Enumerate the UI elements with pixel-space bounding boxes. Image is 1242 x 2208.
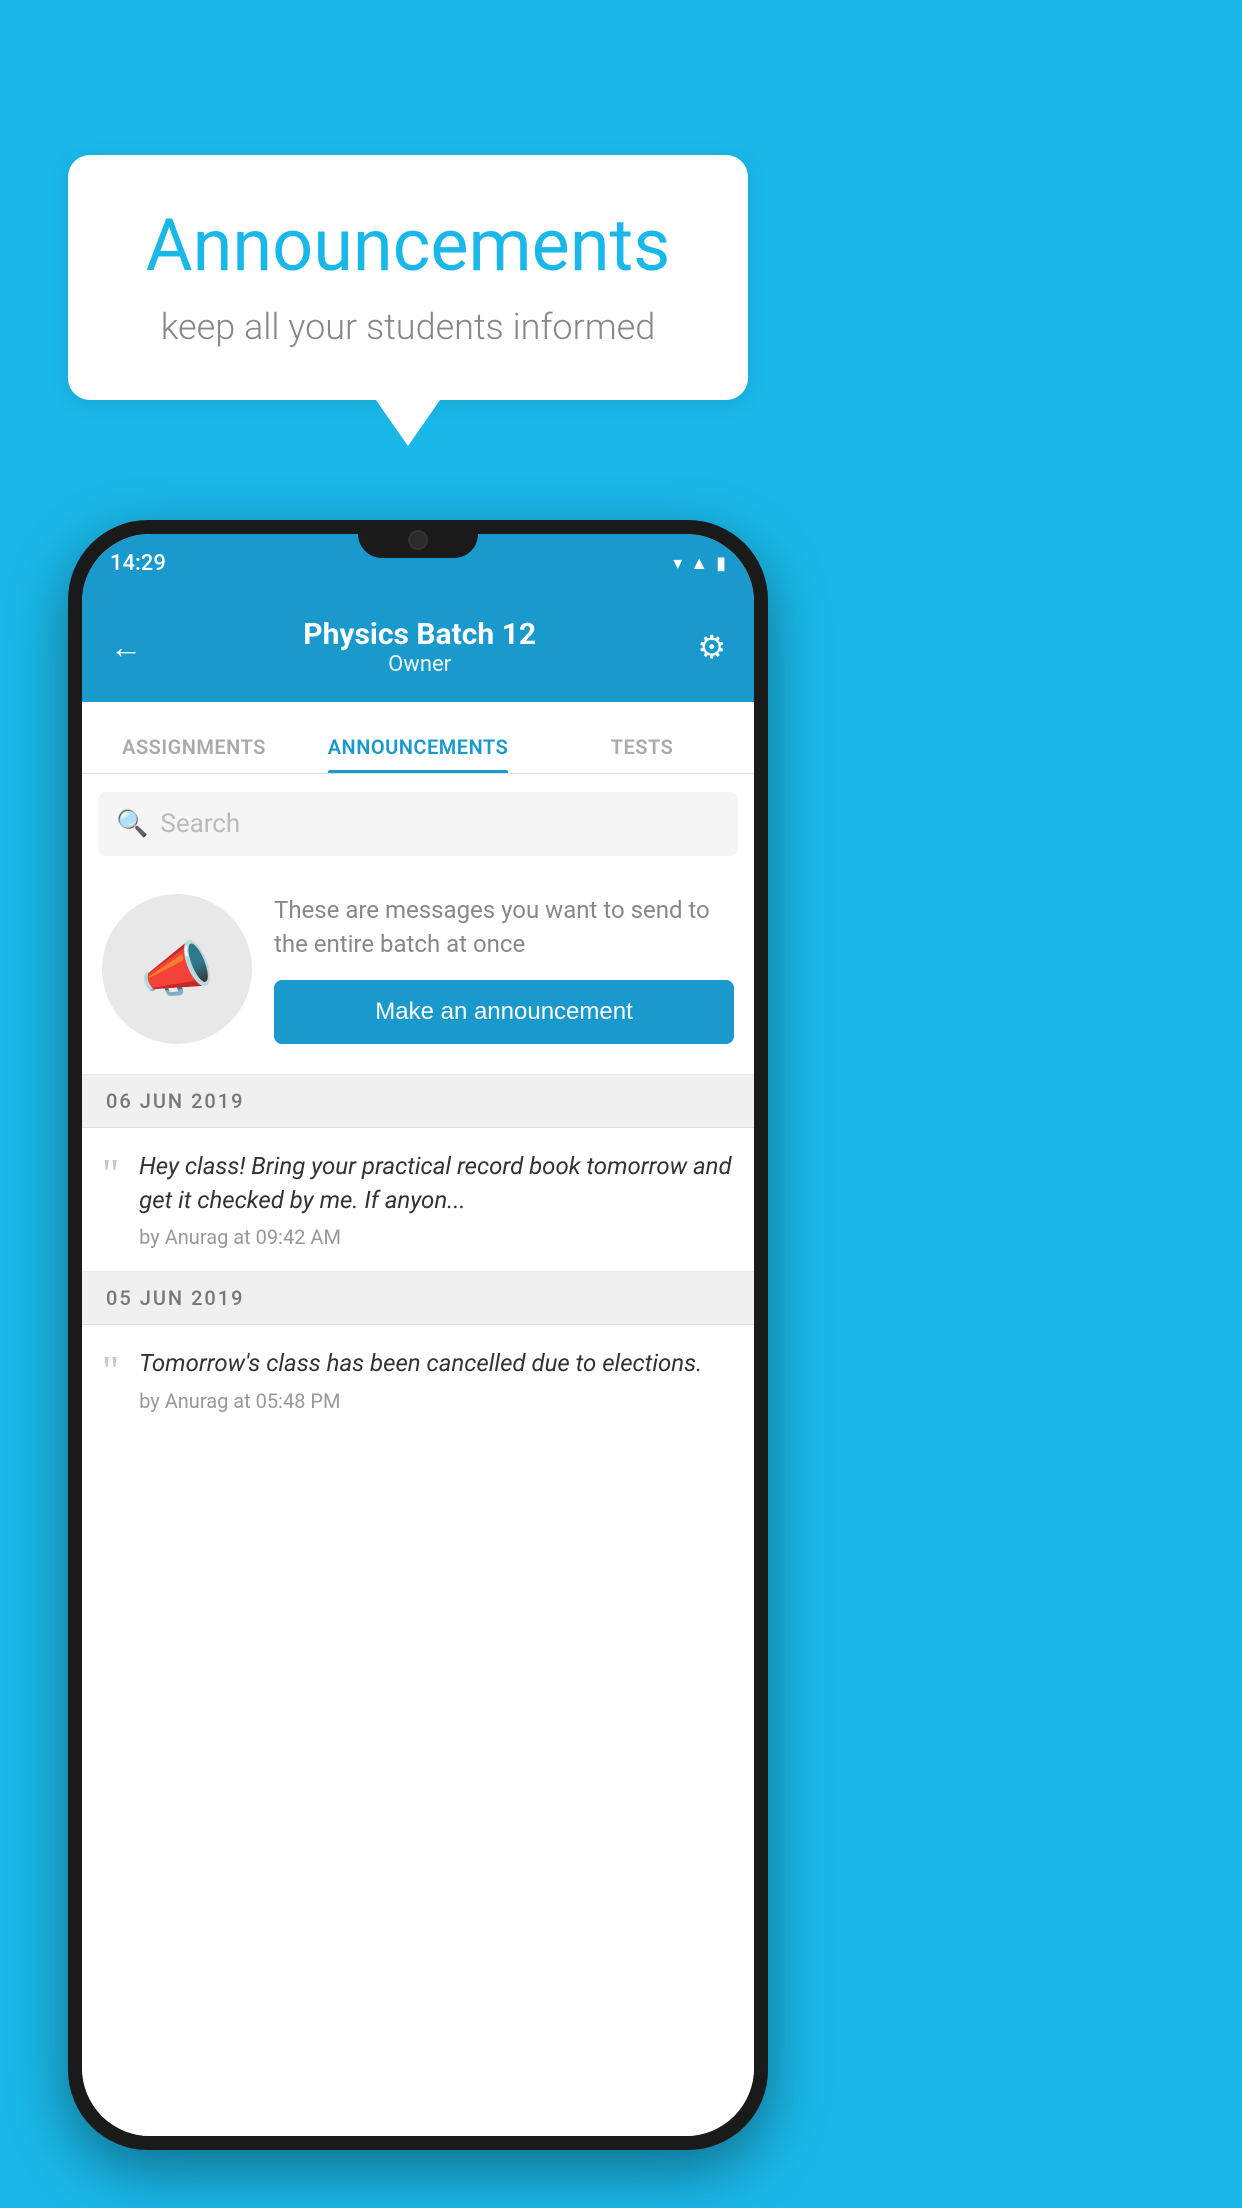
- announcement-item-2[interactable]: " Tomorrow's class has been cancelled du…: [82, 1325, 754, 1435]
- app-header: ← Physics Batch 12 Owner ⚙: [82, 592, 754, 702]
- quote-icon-2: ": [102, 1351, 119, 1393]
- bubble-subtitle: keep all your students informed: [128, 306, 688, 348]
- megaphone-circle: 📣: [102, 894, 252, 1044]
- promo-description: These are messages you want to send to t…: [274, 894, 734, 961]
- signal-icon: ▲: [690, 553, 708, 574]
- tab-announcements[interactable]: ANNOUNCEMENTS: [306, 735, 530, 773]
- announcement-item-1[interactable]: " Hey class! Bring your practical record…: [82, 1128, 754, 1272]
- promo-box: 📣 These are messages you want to send to…: [82, 874, 754, 1075]
- batch-title: Physics Batch 12: [303, 617, 536, 652]
- wifi-icon: ▾: [673, 553, 682, 574]
- announcement-meta-1: by Anurag at 09:42 AM: [139, 1225, 734, 1249]
- date-separator-1: 06 JUN 2019: [82, 1075, 754, 1128]
- phone-outer: 14:29 ▾ ▲ ▮ ← Physics Batch 12 Owner ⚙: [68, 520, 768, 2150]
- content-area: 🔍 Search 📣 These are messages you want t…: [82, 774, 754, 2136]
- header-role: Owner: [303, 652, 536, 677]
- phone-screen: 14:29 ▾ ▲ ▮ ← Physics Batch 12 Owner ⚙: [82, 534, 754, 2136]
- date-separator-2: 05 JUN 2019: [82, 1272, 754, 1325]
- make-announcement-button[interactable]: Make an announcement: [274, 980, 734, 1044]
- header-center: Physics Batch 12 Owner: [303, 617, 536, 677]
- quote-icon-1: ": [102, 1154, 119, 1196]
- tab-tests[interactable]: TESTS: [530, 735, 754, 773]
- announcement-content-1: Hey class! Bring your practical record b…: [139, 1150, 734, 1249]
- phone-notch: [358, 520, 478, 558]
- battery-icon: ▮: [716, 553, 726, 574]
- back-button[interactable]: ←: [110, 628, 142, 666]
- bubble-title: Announcements: [128, 203, 688, 288]
- settings-icon[interactable]: ⚙: [697, 628, 726, 666]
- search-icon: 🔍: [116, 809, 148, 839]
- announcement-text-1: Hey class! Bring your practical record b…: [139, 1150, 734, 1217]
- speech-bubble: Announcements keep all your students inf…: [68, 155, 748, 400]
- speech-bubble-tail: [376, 400, 440, 446]
- tabs-bar: ASSIGNMENTS ANNOUNCEMENTS TESTS: [82, 702, 754, 774]
- tab-assignments[interactable]: ASSIGNMENTS: [82, 735, 306, 773]
- search-bar[interactable]: 🔍 Search: [98, 792, 738, 856]
- announcement-content-2: Tomorrow's class has been cancelled due …: [139, 1347, 734, 1413]
- promo-content: These are messages you want to send to t…: [274, 894, 734, 1043]
- announcement-text-2: Tomorrow's class has been cancelled due …: [139, 1347, 734, 1381]
- status-time: 14:29: [110, 551, 166, 576]
- phone-device: 14:29 ▾ ▲ ▮ ← Physics Batch 12 Owner ⚙: [68, 520, 768, 2150]
- status-icons: ▾ ▲ ▮: [673, 553, 726, 574]
- speech-bubble-container: Announcements keep all your students inf…: [68, 155, 748, 446]
- phone-camera: [408, 530, 428, 550]
- announcement-meta-2: by Anurag at 05:48 PM: [139, 1389, 734, 1413]
- megaphone-icon: 📣: [140, 934, 215, 1005]
- search-placeholder: Search: [160, 809, 240, 839]
